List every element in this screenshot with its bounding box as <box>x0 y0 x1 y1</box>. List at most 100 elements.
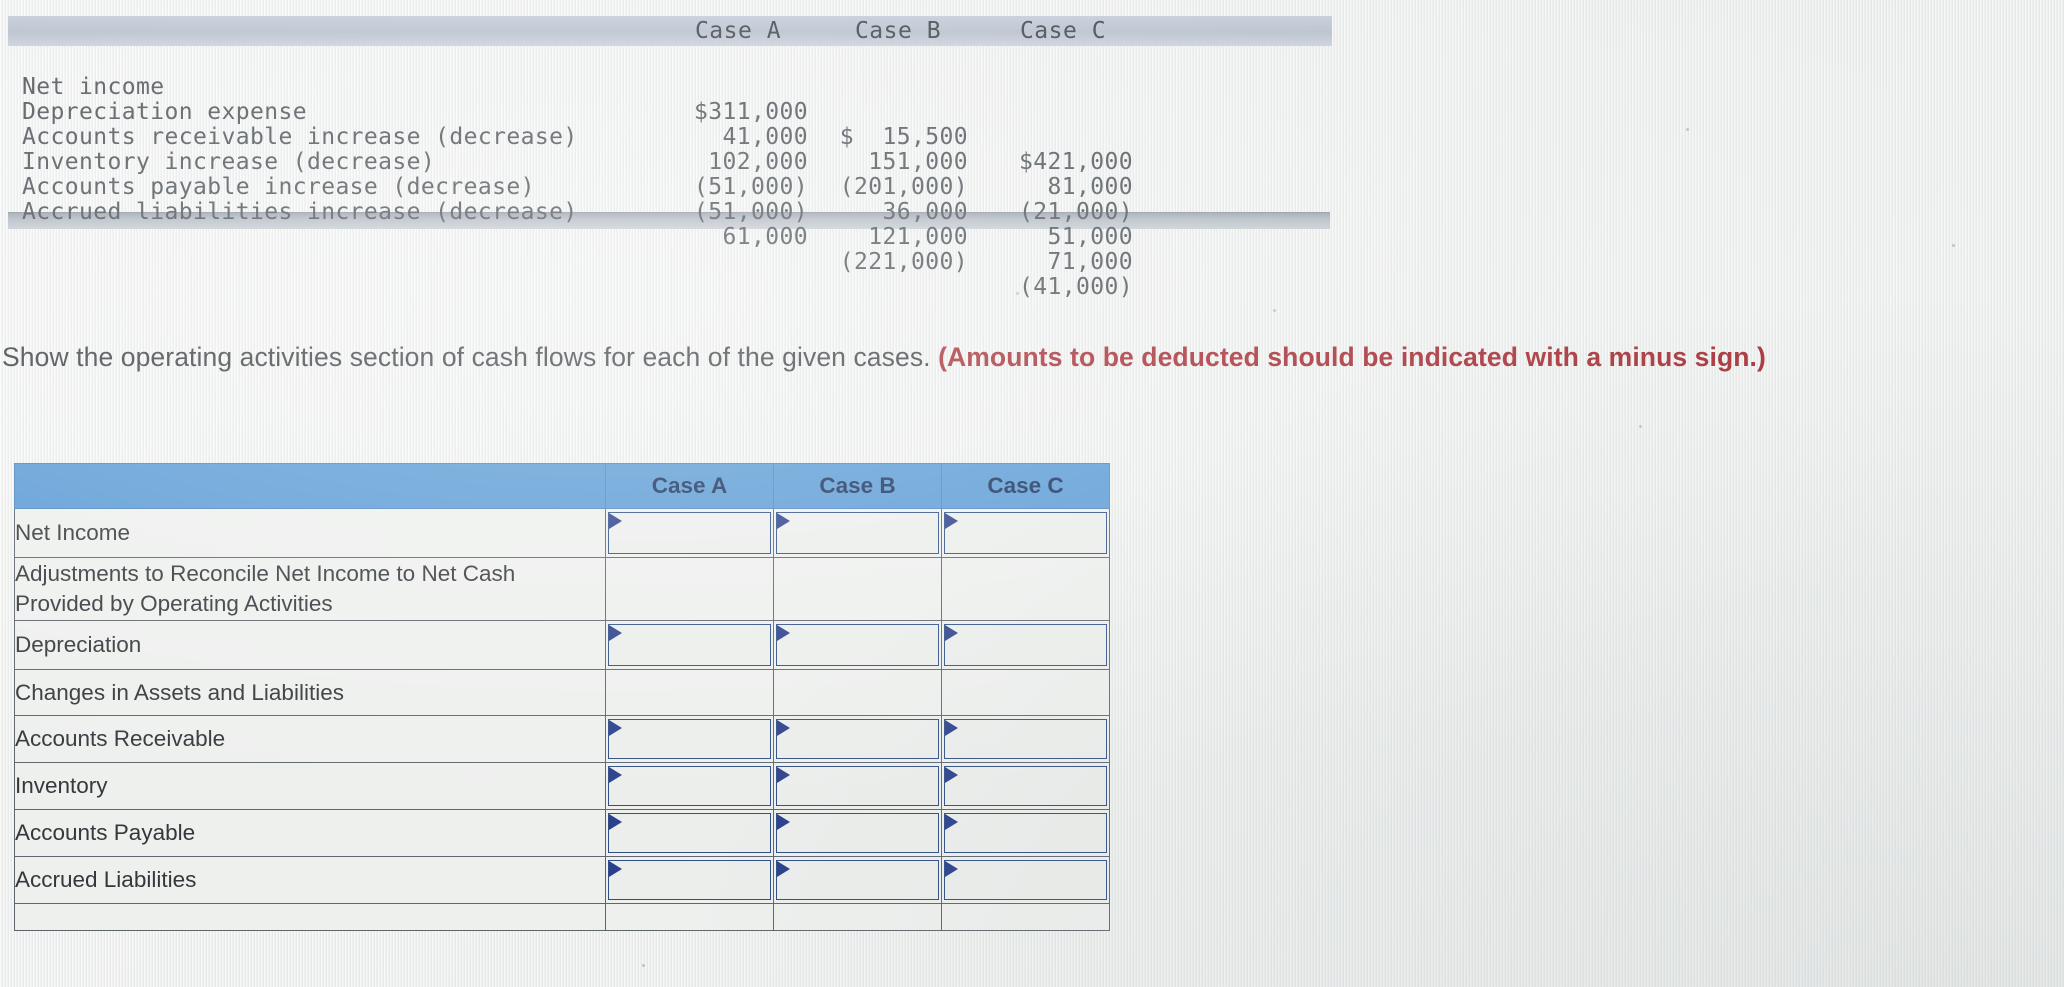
dropdown-entry-box[interactable] <box>776 813 939 853</box>
dropdown-triangle-icon <box>945 625 958 641</box>
given-row-case-c-value: (41,000) <box>1019 274 1133 300</box>
table-row: Inventory <box>14 762 1110 810</box>
given-row: Depreciation expense 41,000 151,000 81,0… <box>8 75 1332 200</box>
given-col-header-case-c: Case C <box>1019 18 1107 44</box>
entry-cell-depreciation-case-a[interactable] <box>605 620 774 670</box>
dropdown-entry-box[interactable] <box>776 766 939 806</box>
prompt-plain-text: Show the operating activities section of… <box>2 342 939 372</box>
empty-cell-adjustments-case-a <box>605 557 774 621</box>
given-col-header-case-b: Case B <box>854 18 942 44</box>
row-label-changes-assets-liabilities: Changes in Assets and Liabilities <box>14 669 606 716</box>
prompt-text: Show the operating activities section of… <box>2 335 2042 379</box>
entry-cell-depreciation-case-b[interactable] <box>773 620 942 670</box>
given-row-case-a-value: (51,000) <box>694 199 808 225</box>
empty-cell-changes-case-a <box>605 669 774 716</box>
empty-cell-adjustments-case-c <box>941 557 1110 621</box>
empty-cell-adjustments-case-b <box>773 557 942 621</box>
table-row: Changes in Assets and Liabilities <box>14 669 1110 716</box>
dropdown-triangle-icon <box>777 861 790 877</box>
clipped-row-case-a-cell <box>605 903 774 931</box>
dust-speck <box>642 964 645 967</box>
dropdown-entry-box[interactable] <box>608 719 771 759</box>
entry-cell-accounts-payable-case-c[interactable] <box>941 809 1110 857</box>
entry-cell-inventory-case-c[interactable] <box>941 762 1110 810</box>
given-col-header-case-a: Case A <box>694 18 782 44</box>
dropdown-triangle-icon <box>609 513 622 529</box>
entry-cell-accrued-liabilities-case-a[interactable] <box>605 856 774 904</box>
dropdown-entry-box[interactable] <box>608 813 771 853</box>
dropdown-entry-box[interactable] <box>944 860 1107 900</box>
dropdown-triangle-icon <box>777 767 790 783</box>
dropdown-triangle-icon <box>945 720 958 736</box>
dropdown-entry-box[interactable] <box>608 624 771 666</box>
entry-cell-accounts-payable-case-a[interactable] <box>605 809 774 857</box>
table-row: Adjustments to Reconcile Net Income to N… <box>14 557 1110 621</box>
entry-cell-accrued-liabilities-case-b[interactable] <box>773 856 942 904</box>
dropdown-triangle-icon <box>609 625 622 641</box>
row-label-depreciation: Depreciation <box>14 620 606 670</box>
given-row-case-c-value: (21,000) <box>1019 199 1133 225</box>
dropdown-entry-box[interactable] <box>776 512 939 554</box>
given-row-label: Accrued liabilities increase (decrease) <box>22 199 578 225</box>
given-row-case-a-value: 61,000 <box>722 224 808 250</box>
answer-header-case-c: Case C <box>941 463 1110 509</box>
dust-speck <box>1639 425 1642 428</box>
entry-cell-depreciation-case-c[interactable] <box>941 620 1110 670</box>
dropdown-triangle-icon <box>777 513 790 529</box>
answer-header-case-b: Case B <box>773 463 942 509</box>
dropdown-entry-box[interactable] <box>944 766 1107 806</box>
dropdown-entry-box[interactable] <box>776 719 939 759</box>
answer-table-header-row: Case A Case B Case C <box>14 463 1110 509</box>
table-row: Depreciation <box>14 620 1110 670</box>
prompt-emphasis-text: (Amounts to be deducted should be indica… <box>938 342 1766 372</box>
entry-cell-accrued-liabilities-case-c[interactable] <box>941 856 1110 904</box>
entry-cell-net-income-case-c[interactable] <box>941 508 1110 558</box>
dropdown-triangle-icon <box>609 861 622 877</box>
row-label-net-income: Net Income <box>14 508 606 558</box>
dropdown-triangle-icon <box>945 513 958 529</box>
entry-cell-accounts-receivable-case-c[interactable] <box>941 715 1110 763</box>
dust-speck <box>1016 292 1019 295</box>
empty-cell-changes-case-c <box>941 669 1110 716</box>
dropdown-entry-box[interactable] <box>944 813 1107 853</box>
dropdown-entry-box[interactable] <box>608 860 771 900</box>
answer-header-case-a: Case A <box>605 463 774 509</box>
entry-cell-net-income-case-b[interactable] <box>773 508 942 558</box>
dropdown-triangle-icon <box>609 814 622 830</box>
table-row: Net Income <box>14 508 1110 558</box>
dropdown-entry-box[interactable] <box>944 719 1107 759</box>
dropdown-triangle-icon <box>945 861 958 877</box>
dropdown-entry-box[interactable] <box>944 624 1107 666</box>
entry-cell-inventory-case-a[interactable] <box>605 762 774 810</box>
given-data-table: Case A Case B Case C Net income $311,000… <box>8 16 1332 300</box>
given-row-case-b-value: (221,000) <box>839 249 968 275</box>
row-label-inventory: Inventory <box>14 762 606 810</box>
dropdown-triangle-icon <box>609 767 622 783</box>
entry-cell-accounts-receivable-case-b[interactable] <box>773 715 942 763</box>
answer-table: Case A Case B Case C Net Income Adjustme… <box>14 463 1110 931</box>
row-label-adjustments: Adjustments to Reconcile Net Income to N… <box>14 557 606 621</box>
given-row: Net income $311,000 $ 15,500 $421,000 <box>8 50 1332 175</box>
entry-cell-net-income-case-a[interactable] <box>605 508 774 558</box>
dropdown-entry-box[interactable] <box>776 624 939 666</box>
given-table-body: Net income $311,000 $ 15,500 $421,000 De… <box>8 46 1332 300</box>
entry-cell-inventory-case-b[interactable] <box>773 762 942 810</box>
entry-cell-accounts-receivable-case-a[interactable] <box>605 715 774 763</box>
dropdown-entry-box[interactable] <box>608 512 771 554</box>
dropdown-entry-box[interactable] <box>944 512 1107 554</box>
dropdown-entry-box[interactable] <box>776 860 939 900</box>
given-row: Accounts payable increase (decrease) (51… <box>8 150 1332 275</box>
given-row-case-b-value: 36,000 <box>882 199 968 225</box>
dropdown-entry-box[interactable] <box>608 766 771 806</box>
clipped-row-case-b-cell <box>773 903 942 931</box>
dust-speck <box>1952 244 1955 247</box>
dropdown-triangle-icon <box>777 814 790 830</box>
dropdown-triangle-icon <box>777 625 790 641</box>
entry-cell-accounts-payable-case-b[interactable] <box>773 809 942 857</box>
row-label-accrued-liabilities: Accrued Liabilities <box>14 856 606 904</box>
answer-header-blank <box>14 463 606 509</box>
dust-speck <box>1273 309 1276 312</box>
given-row: Inventory increase (decrease) (51,000) 3… <box>8 125 1332 250</box>
given-row-case-c-value: 71,000 <box>1047 249 1133 275</box>
table-row: Accounts Receivable <box>14 715 1110 763</box>
